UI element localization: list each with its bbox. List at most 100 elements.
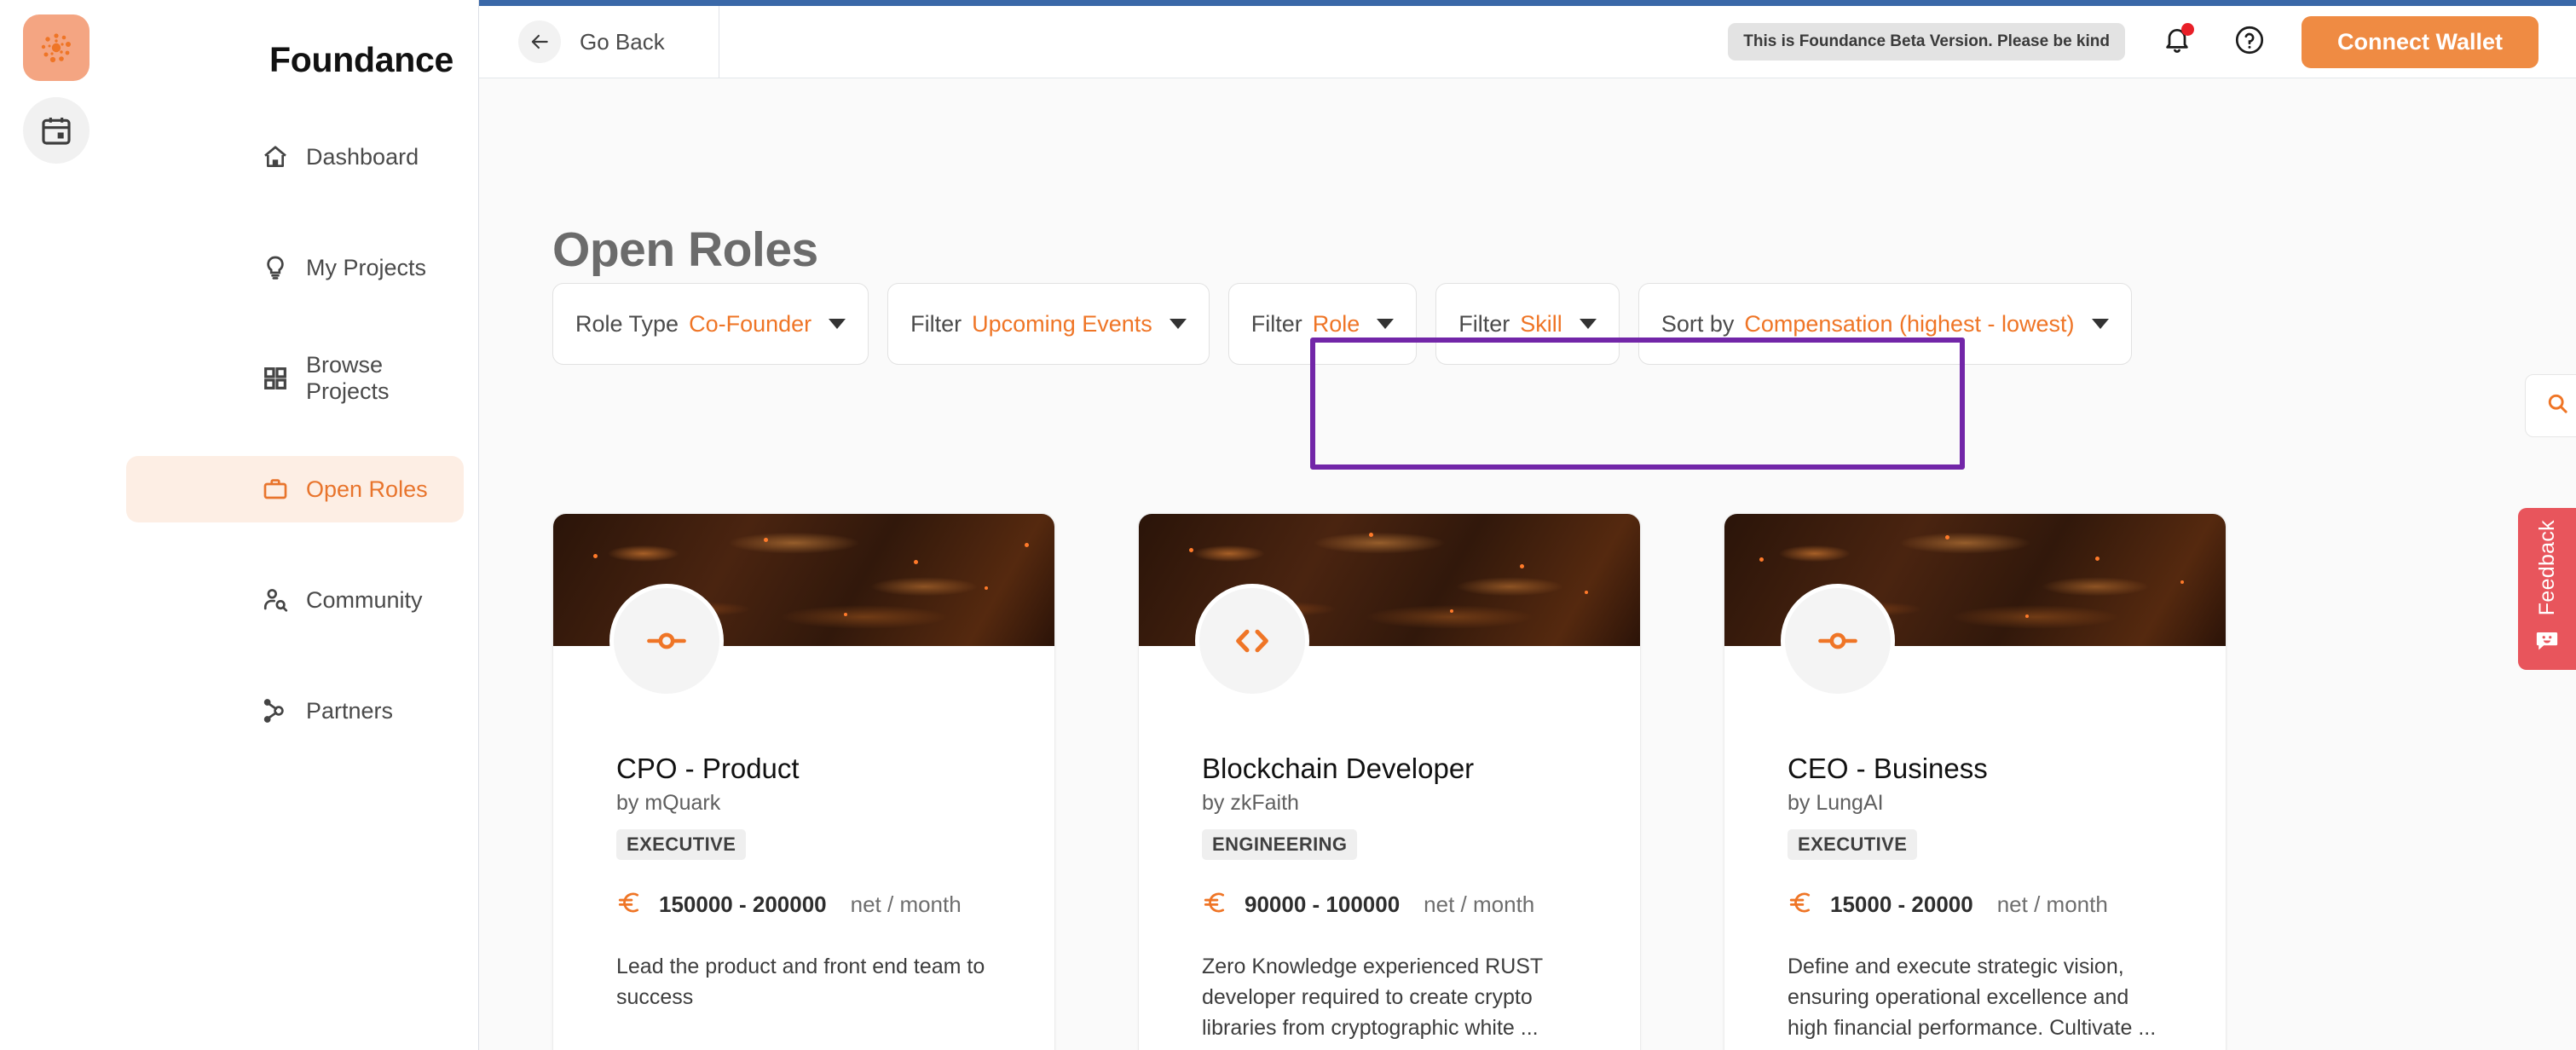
- filter-prefix: Sort by: [1661, 310, 1735, 337]
- filter-value: Co-Founder: [689, 310, 812, 337]
- card-author: by mQuark: [616, 791, 721, 815]
- filter-prefix: Filter: [1458, 310, 1510, 337]
- compensation-period: net / month: [1424, 891, 1535, 917]
- calendar-icon[interactable]: [22, 97, 90, 164]
- brand-title: Foundance: [269, 40, 453, 79]
- card-description: Lead the product and front end team to s…: [616, 955, 985, 1009]
- compensation-amount: 150000 - 200000: [659, 891, 827, 917]
- card-category-badge: ENGINEERING: [1202, 829, 1358, 860]
- sidebar-item-label: Browse Projects: [306, 352, 390, 404]
- banner-spark: [1585, 590, 1589, 594]
- role-card[interactable]: CEO - Business by LungAI EXECUTIVE 15000…: [1724, 513, 2227, 1050]
- card-body: CEO - Business by LungAI EXECUTIVE 15000…: [1724, 646, 2226, 1043]
- sidebar-item-label: Partners: [306, 697, 394, 724]
- sidebar-item-browse-projects[interactable]: Browse Projects: [126, 345, 464, 412]
- role-card[interactable]: CPO - Product by mQuark EXECUTIVE 150000…: [552, 513, 1055, 1050]
- browser-chrome-strip: [477, 0, 2576, 6]
- sidebar: Foundance Dashboard My Projects Browse P…: [112, 0, 479, 1050]
- sidebar-nav: Dashboard My Projects Browse Projects Op…: [126, 124, 464, 788]
- sidebar-item-dashboard[interactable]: Dashboard: [126, 124, 464, 190]
- help-button[interactable]: [2229, 21, 2270, 62]
- page-title: Open Roles: [552, 222, 818, 277]
- notification-dot: [2180, 23, 2194, 36]
- top-header: Go Back This is Foundance Beta Version. …: [479, 6, 2576, 78]
- briefcase-icon: [261, 475, 290, 504]
- sidebar-item-my-projects[interactable]: My Projects: [126, 234, 464, 301]
- banner-spark: [984, 586, 988, 591]
- banner-spark: [1944, 534, 1949, 539]
- card-author: by zkFaith: [1202, 791, 1299, 815]
- banner-spark: [593, 553, 598, 558]
- banner-spark: [1519, 563, 1524, 568]
- card-compensation: 15000 - 20000 net / month: [1788, 889, 2163, 920]
- filter-prefix: Role Type: [575, 310, 679, 337]
- search-icon: [2546, 392, 2569, 419]
- sidebar-item-label: Community: [306, 586, 423, 613]
- notifications-button[interactable]: [2157, 21, 2198, 62]
- filter-bar: Role Type Co-Founder Filter Upcoming Eve…: [552, 283, 2576, 365]
- card-compensation: 90000 - 100000 net / month: [1202, 889, 1577, 920]
- arrow-left-icon: [518, 20, 561, 63]
- filter-value: Upcoming Events: [972, 310, 1152, 337]
- sidebar-item-label: My Projects: [306, 254, 427, 280]
- filter-role[interactable]: Filter Role: [1227, 283, 1418, 365]
- card-compensation: 150000 - 200000 net / month: [616, 889, 991, 920]
- chevron-down-icon: [1377, 319, 1395, 329]
- sidebar-item-partners[interactable]: Partners: [126, 678, 464, 744]
- beta-notice-badge: This is Foundance Beta Version. Please b…: [1728, 23, 2125, 61]
- help-circle-icon: [2233, 24, 2266, 61]
- euro-icon: [616, 889, 644, 920]
- banner-spark: [1024, 543, 1029, 548]
- network-icon: [261, 696, 290, 725]
- node-link-icon: [1781, 584, 1895, 698]
- card-description: Define and execute strategic vision, ens…: [1788, 955, 2157, 1040]
- connect-wallet-button[interactable]: Connect Wallet: [2301, 15, 2538, 68]
- filter-upcoming-events[interactable]: Filter Upcoming Events: [887, 283, 1210, 365]
- banner-spark: [1449, 609, 1453, 613]
- card-author: by LungAI: [1788, 791, 1884, 815]
- foundance-dots-logo-icon[interactable]: [22, 14, 90, 81]
- card-body: CPO - Product by mQuark EXECUTIVE 150000…: [553, 646, 1054, 1012]
- search-input[interactable]: Search by project name, role, etc.: [2525, 374, 2576, 437]
- icon-rail: [0, 0, 112, 1050]
- go-back-button[interactable]: Go Back: [518, 20, 665, 63]
- card-title: CPO - Product: [616, 753, 800, 784]
- go-back-label: Go Back: [580, 28, 665, 55]
- card-title: Blockchain Developer: [1202, 753, 1475, 784]
- card-body: Blockchain Developer by zkFaith ENGINEER…: [1139, 646, 1640, 1043]
- role-cards-grid: CPO - Product by mQuark EXECUTIVE 150000…: [552, 513, 2227, 1050]
- filter-value: Compensation (highest - lowest): [1744, 310, 2075, 337]
- sidebar-item-open-roles[interactable]: Open Roles: [126, 456, 464, 522]
- sidebar-item-community[interactable]: Community: [126, 567, 464, 633]
- compensation-amount: 15000 - 20000: [1830, 891, 1973, 917]
- chevron-down-icon: [1579, 319, 1597, 329]
- card-category-badge: EXECUTIVE: [1788, 829, 1918, 860]
- grid-icon: [261, 364, 290, 393]
- user-search-icon: [261, 586, 290, 614]
- sidebar-item-label: Dashboard: [306, 143, 419, 170]
- header-actions: This is Foundance Beta Version. Please b…: [1728, 15, 2576, 68]
- compensation-period: net / month: [1996, 891, 2108, 917]
- role-card[interactable]: Blockchain Developer by zkFaith ENGINEER…: [1138, 513, 1641, 1050]
- euro-icon: [1202, 889, 1229, 920]
- banner-spark: [2024, 614, 2029, 618]
- node-link-icon: [609, 584, 724, 698]
- filter-prefix: Filter: [910, 310, 962, 337]
- code-brackets-icon: [1195, 584, 1309, 698]
- filter-skill[interactable]: Filter Skill: [1435, 283, 1620, 365]
- sort-by-compensation[interactable]: Sort by Compensation (highest - lowest): [1637, 283, 2132, 365]
- filter-value: Skill: [1520, 310, 1562, 337]
- banner-spark: [844, 613, 848, 617]
- home-icon: [261, 142, 290, 171]
- sidebar-item-label: Open Roles: [306, 476, 428, 502]
- feedback-label: Feedback: [2534, 520, 2559, 616]
- feedback-tab-button[interactable]: Feedback: [2518, 508, 2576, 670]
- main-content: Open Roles Role Type Co-Founder Filter U…: [479, 78, 2576, 1050]
- banner-spark: [1759, 557, 1765, 562]
- lightbulb-icon: [261, 253, 290, 282]
- compensation-period: net / month: [850, 891, 962, 917]
- chevron-down-icon: [1169, 319, 1187, 329]
- filter-role-type[interactable]: Role Type Co-Founder: [552, 283, 869, 365]
- card-description: Zero Knowledge experienced RUST develope…: [1202, 955, 1543, 1040]
- card-title: CEO - Business: [1788, 753, 1988, 784]
